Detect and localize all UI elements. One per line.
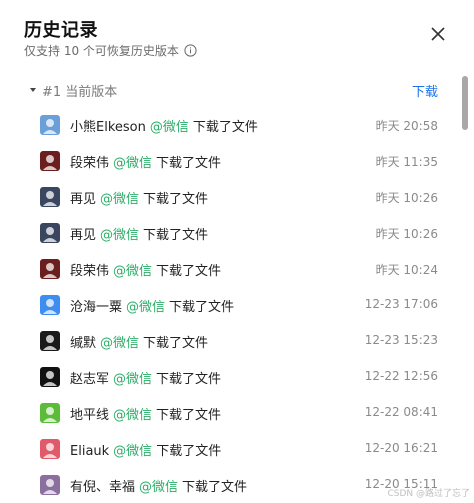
record-user[interactable]: 沧海一粟 [70, 300, 122, 315]
version-label: #1 当前版本 [42, 84, 118, 100]
history-dialog: 历史记录 仅支持 10 个可恢复历史版本 #1 当前版本 下载 小熊Elkeso… [0, 0, 474, 503]
record-source: @微信 [113, 372, 153, 387]
record-time: 昨天 10:26 [375, 227, 438, 241]
record-time: 12-20 16:21 [364, 441, 438, 455]
close-button[interactable] [428, 24, 448, 44]
record-time: 昨天 10:24 [375, 263, 438, 277]
record-source: @微信 [149, 120, 189, 135]
record-user[interactable]: 小熊Elkeson [70, 120, 146, 135]
record-action: 下载了文件 [156, 372, 222, 387]
record-user[interactable]: Eliauk [70, 444, 109, 459]
close-icon [431, 27, 445, 41]
record-action: 下载了文件 [192, 120, 258, 135]
list-item: 再见 @微信 下载了文件 昨天 10:26 [0, 215, 460, 251]
record-text: 再见 @微信 下载了文件 [70, 224, 208, 243]
record-time: 12-23 15:23 [364, 333, 438, 347]
record-user[interactable]: 地平线 [70, 408, 109, 423]
list-item: 段荣伟 @微信 下载了文件 昨天 10:24 [0, 251, 460, 287]
record-action: 下载了文件 [156, 408, 222, 423]
record-action: 下载了文件 [182, 480, 248, 495]
avatar[interactable] [40, 331, 60, 351]
list-item: 地平线 @微信 下载了文件 12-22 08:41 [0, 395, 460, 431]
record-time: 12-22 12:56 [364, 369, 438, 383]
record-text: Eliauk @微信 下载了文件 [70, 440, 221, 459]
avatar[interactable] [40, 367, 60, 387]
record-action: 下载了文件 [156, 444, 222, 459]
list-item: 赵志军 @微信 下载了文件 12-22 12:56 [0, 359, 460, 395]
download-button[interactable]: 下载 [412, 81, 438, 100]
record-source: @微信 [113, 156, 153, 171]
avatar[interactable] [40, 295, 60, 315]
record-action: 下载了文件 [143, 228, 209, 243]
list-item: Eliauk @微信 下载了文件 12-20 16:21 [0, 431, 460, 467]
avatar[interactable] [40, 475, 60, 495]
record-user[interactable]: 再见 [70, 228, 96, 243]
record-source: @微信 [113, 408, 153, 423]
record-action: 下载了文件 [169, 300, 235, 315]
record-time: 昨天 20:58 [375, 119, 438, 133]
record-text: 小熊Elkeson @微信 下载了文件 [70, 116, 258, 135]
watermark: CSDN @路过了忘了 [387, 489, 470, 499]
record-time: 12-23 17:06 [364, 297, 438, 311]
record-user[interactable]: 再见 [70, 192, 96, 207]
record-user[interactable]: 赵志军 [70, 372, 109, 387]
avatar[interactable] [40, 151, 60, 171]
subtitle-text: 仅支持 10 个可恢复历史版本 [24, 44, 179, 58]
list-item: 缄默 @微信 下载了文件 12-23 15:23 [0, 323, 460, 359]
record-time: 昨天 10:26 [375, 191, 438, 205]
record-text: 段荣伟 @微信 下载了文件 [70, 260, 221, 279]
record-action: 下载了文件 [143, 192, 209, 207]
scrollbar-thumb[interactable] [462, 76, 468, 130]
history-list: 小熊Elkeson @微信 下载了文件 昨天 20:58 段荣伟 @微信 下载了文件 昨天 1… [0, 107, 460, 503]
record-text: 沧海一粟 @微信 下载了文件 [70, 296, 234, 315]
avatar[interactable] [40, 115, 60, 135]
record-source: @微信 [113, 264, 153, 279]
record-text: 有倪、幸福 @微信 下载了文件 [70, 476, 247, 495]
avatar[interactable] [40, 403, 60, 423]
record-source: @微信 [100, 336, 140, 351]
record-source: @微信 [126, 300, 166, 315]
avatar[interactable] [40, 223, 60, 243]
record-user[interactable]: 缄默 [70, 336, 96, 351]
record-user[interactable]: 有倪、幸福 [70, 480, 135, 495]
version-header[interactable]: #1 当前版本 下载 [28, 80, 438, 100]
record-source: @微信 [100, 228, 140, 243]
record-user[interactable]: 段荣伟 [70, 264, 109, 279]
record-text: 赵志军 @微信 下载了文件 [70, 368, 221, 387]
record-text: 缄默 @微信 下载了文件 [70, 332, 208, 351]
list-item: 小熊Elkeson @微信 下载了文件 昨天 20:58 [0, 107, 460, 143]
record-source: @微信 [113, 444, 153, 459]
list-item: 沧海一粟 @微信 下载了文件 12-23 17:06 [0, 287, 460, 323]
avatar[interactable] [40, 187, 60, 207]
avatar[interactable] [40, 259, 60, 279]
dialog-subtitle: 仅支持 10 个可恢复历史版本 [24, 42, 197, 59]
record-action: 下载了文件 [156, 156, 222, 171]
caret-down-icon[interactable] [28, 85, 38, 95]
dialog-title: 历史记录 [24, 20, 98, 41]
list-item: 段荣伟 @微信 下载了文件 昨天 11:35 [0, 143, 460, 179]
record-action: 下载了文件 [143, 336, 209, 351]
avatar[interactable] [40, 439, 60, 459]
record-text: 段荣伟 @微信 下载了文件 [70, 152, 221, 171]
info-circle-icon[interactable] [184, 44, 197, 57]
record-text: 再见 @微信 下载了文件 [70, 188, 208, 207]
record-time: 昨天 11:35 [375, 155, 438, 169]
record-user[interactable]: 段荣伟 [70, 156, 109, 171]
record-text: 地平线 @微信 下载了文件 [70, 404, 221, 423]
record-source: @微信 [100, 192, 140, 207]
record-action: 下载了文件 [156, 264, 222, 279]
record-time: 12-22 08:41 [364, 405, 438, 419]
list-item: 再见 @微信 下载了文件 昨天 10:26 [0, 179, 460, 215]
record-source: @微信 [139, 480, 179, 495]
